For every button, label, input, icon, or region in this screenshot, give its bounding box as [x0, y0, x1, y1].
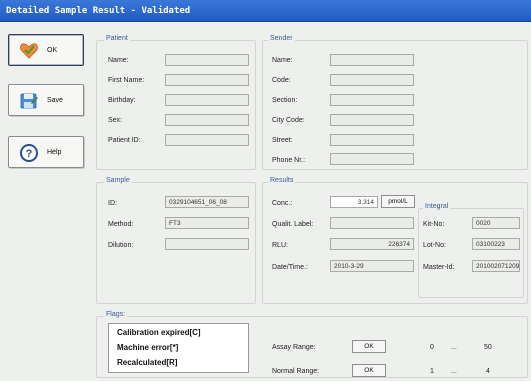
sender-section-label: Section:	[272, 97, 298, 104]
save-disk-icon	[20, 93, 38, 109]
normal-range-status: OK	[352, 364, 386, 377]
sample-method-label: Method:	[108, 221, 134, 228]
sender-name-field[interactable]	[330, 54, 414, 66]
normal-range-high: 4	[486, 368, 490, 375]
patient-sex-field[interactable]	[165, 114, 249, 126]
sender-code-field[interactable]	[330, 74, 414, 86]
datetime-field[interactable]: 2010-3-29	[330, 260, 414, 272]
sender-group-title: Sender	[268, 35, 295, 42]
window-title-bar: Detailed Sample Result - Validated	[0, 0, 531, 22]
patient-name-label: Name:	[108, 57, 129, 64]
normal-range-low: 1	[430, 368, 434, 375]
assay-range-status: OK	[352, 340, 386, 353]
integral-group-title: Integral	[423, 203, 451, 210]
svg-text:?: ?	[26, 148, 33, 160]
lot-no-label: Lot-No:	[423, 242, 446, 249]
sender-city-code-field[interactable]	[330, 114, 414, 126]
heart-check-icon	[20, 43, 38, 59]
sample-id-label: ID:	[108, 200, 117, 207]
sender-phone-field[interactable]	[330, 153, 414, 165]
flags-group-title: Flags:	[104, 311, 128, 318]
patient-id-label: Patient ID:	[108, 137, 141, 144]
sender-city-code-label: City Code:	[272, 117, 305, 124]
rlu-field[interactable]: 226374	[330, 238, 414, 250]
sender-name-label: Name:	[272, 57, 293, 64]
assay-range-label: Assay Range:	[272, 344, 316, 351]
patient-name-field[interactable]	[165, 54, 249, 66]
qualit-field[interactable]	[330, 217, 414, 229]
sample-dilution-field[interactable]	[165, 238, 249, 250]
dialog-client-area: OK Save ? Help Patient Name: First Name:…	[0, 22, 531, 381]
conc-field[interactable]: 3.314	[330, 196, 378, 208]
sender-street-label: Street:	[272, 137, 293, 144]
flags-list[interactable]: Calibration expired[C] Machine error[*] …	[108, 323, 249, 373]
patient-group-title: Patient	[104, 35, 130, 42]
kit-no-label: Kit-No:	[423, 221, 445, 228]
patient-birthday-label: Birthday:	[108, 97, 136, 104]
master-id-label: Master-Id:	[423, 264, 455, 271]
sender-section-field[interactable]	[330, 94, 414, 106]
sample-dilution-label: Dilution:	[108, 242, 134, 249]
help-button[interactable]: ? Help	[8, 136, 84, 168]
sample-group-title: Sample	[104, 177, 132, 184]
flag-item: Calibration expired[C]	[117, 328, 201, 337]
window-title: Detailed Sample Result - Validated	[6, 6, 191, 16]
help-button-label: Help	[47, 149, 62, 156]
sender-phone-label: Phone Nr.:	[272, 157, 306, 164]
lot-no-field[interactable]: 03100223	[472, 238, 520, 250]
sample-id-field[interactable]: 0329104651_06_08	[165, 196, 249, 208]
patient-first-name-label: First Name:	[108, 77, 145, 84]
ok-button-label: OK	[47, 47, 58, 54]
flag-item: Machine error[*]	[117, 343, 179, 352]
results-group-title: Results	[268, 177, 296, 184]
sender-code-label: Code:	[272, 77, 291, 84]
normal-range-label: Normal Range:	[272, 368, 320, 375]
datetime-label: Date/Time.:	[272, 264, 308, 271]
qualit-label: Qualit. Label:	[272, 221, 314, 228]
flag-item: Recalculated[R]	[117, 358, 178, 367]
assay-range-low: 0	[430, 344, 434, 351]
save-button-label: Save	[47, 97, 63, 104]
patient-birthday-field[interactable]	[165, 94, 249, 106]
kit-no-field[interactable]: 0020	[472, 217, 520, 229]
patient-sex-label: Sex:	[108, 117, 123, 124]
conc-unit-button[interactable]: pmol/L	[381, 195, 415, 208]
save-button[interactable]: Save	[8, 84, 84, 116]
assay-range-separator: ...	[451, 344, 457, 351]
help-question-icon: ?	[20, 144, 38, 162]
sample-method-field[interactable]: FT3	[165, 217, 249, 229]
patient-id-field[interactable]	[165, 134, 249, 146]
assay-range-high: 50	[484, 344, 492, 351]
normal-range-separator: ...	[451, 368, 457, 375]
sender-street-field[interactable]	[330, 134, 414, 146]
patient-first-name-field[interactable]	[165, 74, 249, 86]
rlu-label: RLU:	[272, 242, 288, 249]
master-id-field[interactable]: 201002071209	[472, 260, 520, 272]
conc-label: Conc.:	[272, 200, 293, 207]
ok-button[interactable]: OK	[8, 34, 84, 66]
